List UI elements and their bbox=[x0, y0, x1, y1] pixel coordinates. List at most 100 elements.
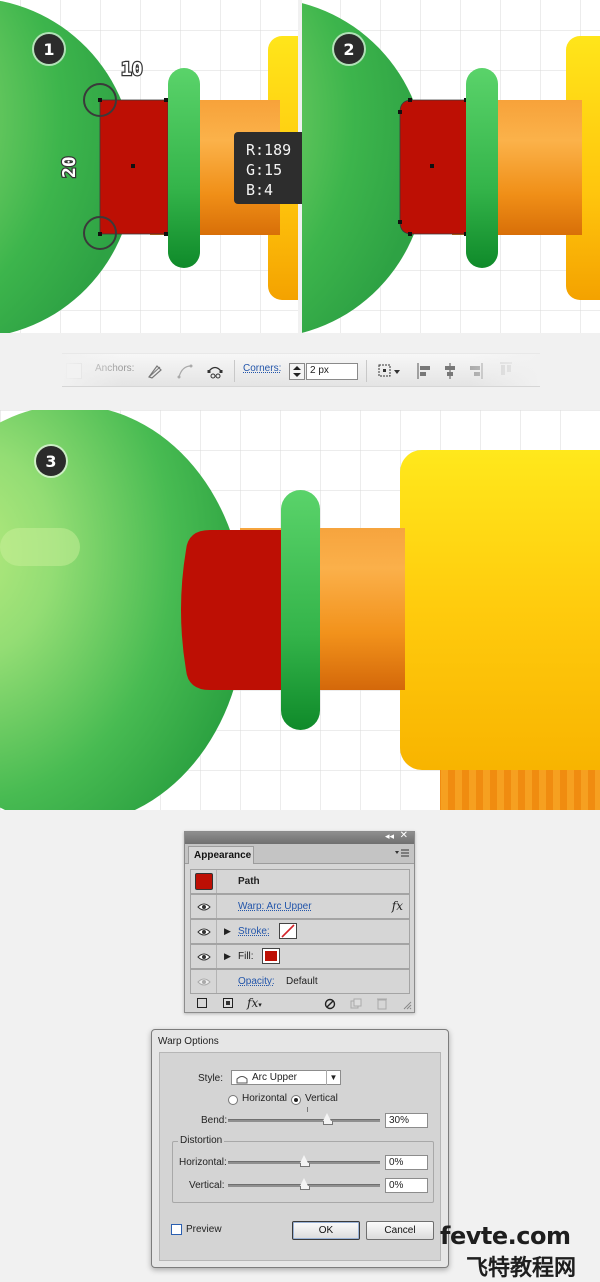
dialog-body: Style: Arc Upper ▼ Horizontal Vertical B… bbox=[159, 1052, 441, 1261]
yellow-block bbox=[400, 450, 600, 770]
step-3-panel: 3 bbox=[0, 410, 600, 810]
corners-label[interactable]: Corners: bbox=[243, 363, 281, 374]
duplicate-item-icon[interactable] bbox=[350, 998, 362, 1010]
fade-right bbox=[470, 354, 540, 386]
distortion-vertical-thumb[interactable] bbox=[300, 1178, 310, 1190]
step-3-artwork bbox=[0, 410, 600, 810]
tab-appearance[interactable]: Appearance bbox=[188, 846, 254, 864]
clear-appearance-icon[interactable] bbox=[324, 998, 336, 1010]
eye-icon[interactable] bbox=[197, 902, 211, 912]
align-center-icon[interactable] bbox=[442, 362, 458, 380]
opacity-link[interactable]: Opacity: bbox=[238, 976, 275, 987]
distortion-label: Distortion bbox=[178, 1135, 225, 1146]
align-left-icon[interactable] bbox=[416, 362, 432, 380]
thumbnail-cell bbox=[191, 870, 217, 893]
style-dropdown[interactable]: Arc Upper ▼ bbox=[231, 1070, 341, 1085]
chevron-down-icon[interactable]: ▼ bbox=[326, 1070, 340, 1085]
yellow-stripes bbox=[440, 765, 600, 810]
step-number-badge: 2 bbox=[334, 34, 364, 64]
convert-anchor-icon[interactable] bbox=[146, 362, 164, 380]
vertical-radio[interactable] bbox=[291, 1095, 301, 1105]
bend-slider-track[interactable] bbox=[228, 1119, 380, 1122]
expand-triangle-icon[interactable]: ▶ bbox=[224, 951, 231, 962]
panel-titlebar[interactable]: ◂◂ ✕ bbox=[185, 830, 414, 844]
visibility-cell bbox=[191, 895, 217, 918]
cancel-button[interactable]: Cancel bbox=[366, 1221, 434, 1240]
preview-label: Preview bbox=[186, 1224, 222, 1235]
preview-checkbox[interactable] bbox=[171, 1224, 182, 1235]
green-value: G:15 bbox=[246, 161, 283, 179]
add-effect-icon[interactable]: fx▾ bbox=[247, 996, 262, 1010]
fill-label: Fill: bbox=[238, 951, 254, 962]
corners-stepper[interactable] bbox=[289, 363, 305, 380]
appearance-toolbar: fx▾ bbox=[185, 996, 414, 1012]
appearance-panel: ◂◂ ✕ Appearance Path Warp: Arc Upper fx … bbox=[184, 830, 415, 1013]
red-value: R:189 bbox=[246, 141, 292, 159]
step-number-badge: 1 bbox=[34, 34, 64, 64]
stroke-none-swatch[interactable] bbox=[279, 923, 297, 939]
separator bbox=[366, 360, 367, 382]
blue-value: B:4 bbox=[246, 181, 274, 199]
corners-input[interactable]: 2 px bbox=[306, 363, 358, 380]
visibility-cell bbox=[191, 945, 217, 968]
color-values-tooltip: R:189 G:15 B:4 bbox=[234, 132, 310, 204]
separator bbox=[234, 360, 235, 382]
warped-red-shape bbox=[181, 530, 290, 690]
distortion-horizontal-input[interactable]: 0% bbox=[385, 1155, 428, 1170]
expand-triangle-icon[interactable]: ▶ bbox=[224, 926, 231, 937]
eye-icon[interactable] bbox=[197, 977, 211, 987]
object-row[interactable]: Path bbox=[190, 869, 410, 894]
collapse-icon[interactable]: ◂◂ bbox=[385, 831, 394, 842]
resize-grip-icon[interactable] bbox=[402, 1000, 412, 1010]
fill-row[interactable]: ▶ Fill: bbox=[190, 944, 410, 969]
add-fill-icon[interactable] bbox=[223, 998, 233, 1008]
panel-menu-icon[interactable] bbox=[394, 849, 410, 859]
fx-icon: fx bbox=[391, 899, 403, 913]
delete-item-icon[interactable] bbox=[376, 997, 388, 1010]
warp-effect-row[interactable]: Warp: Arc Upper fx bbox=[190, 894, 410, 919]
height-dimension: 20 bbox=[59, 156, 80, 178]
green-ring bbox=[281, 490, 320, 730]
add-stroke-icon[interactable] bbox=[197, 998, 207, 1008]
horizontal-radio-label: Horizontal bbox=[242, 1093, 288, 1104]
distortion-vertical-input[interactable]: 0% bbox=[385, 1178, 428, 1193]
site-watermark: fevte.com 飞特教程网 bbox=[440, 1222, 600, 1281]
vertical-radio-label: Vertical bbox=[305, 1093, 338, 1104]
path-thumbnail bbox=[195, 873, 213, 890]
distortion-horizontal-label: Horizontal: bbox=[179, 1157, 227, 1168]
warp-options-dialog: Warp Options Style: Arc Upper ▼ Horizont… bbox=[151, 1029, 449, 1268]
bend-slider-thumb[interactable] bbox=[322, 1113, 333, 1125]
style-label: Style: bbox=[198, 1073, 224, 1084]
distortion-vertical-label: Vertical: bbox=[189, 1180, 225, 1191]
green-ring bbox=[168, 68, 200, 268]
cut-path-icon[interactable] bbox=[206, 362, 224, 380]
warp-effect-link[interactable]: Warp: Arc Upper bbox=[238, 901, 312, 912]
bend-label: Bend: bbox=[201, 1115, 228, 1126]
stroke-label[interactable]: Stroke: bbox=[238, 926, 270, 937]
watermark-chinese: 飞特教程网 bbox=[466, 1256, 577, 1281]
fade-left bbox=[62, 354, 122, 386]
none-slash-icon bbox=[281, 924, 295, 938]
opacity-row[interactable]: Opacity: Default bbox=[190, 969, 410, 994]
stroke-row[interactable]: ▶ Stroke: bbox=[190, 919, 410, 944]
eye-icon[interactable] bbox=[197, 927, 211, 937]
transform-icon[interactable] bbox=[376, 362, 402, 380]
object-type-label: Path bbox=[238, 876, 260, 887]
eye-icon[interactable] bbox=[197, 952, 211, 962]
distortion-horizontal-thumb[interactable] bbox=[300, 1155, 310, 1167]
arc-upper-icon bbox=[236, 1076, 248, 1084]
ok-button[interactable]: OK bbox=[292, 1221, 360, 1240]
dialog-title: Warp Options bbox=[158, 1036, 219, 1047]
horizontal-radio[interactable] bbox=[228, 1095, 238, 1105]
visibility-cell bbox=[191, 970, 217, 993]
close-icon[interactable]: ✕ bbox=[400, 830, 408, 841]
bend-center-tick bbox=[307, 1107, 308, 1112]
bend-input[interactable]: 30% bbox=[385, 1113, 428, 1128]
watermark-domain: fevte.com bbox=[440, 1222, 571, 1250]
step-2-panel: 2 bbox=[302, 0, 600, 333]
smooth-anchor-icon[interactable] bbox=[176, 362, 194, 380]
control-bar: Anchors: Corners: 2 px bbox=[62, 353, 540, 387]
width-dimension: 10 bbox=[121, 59, 143, 80]
distortion-group bbox=[172, 1141, 434, 1203]
fill-color-swatch[interactable] bbox=[262, 948, 280, 964]
